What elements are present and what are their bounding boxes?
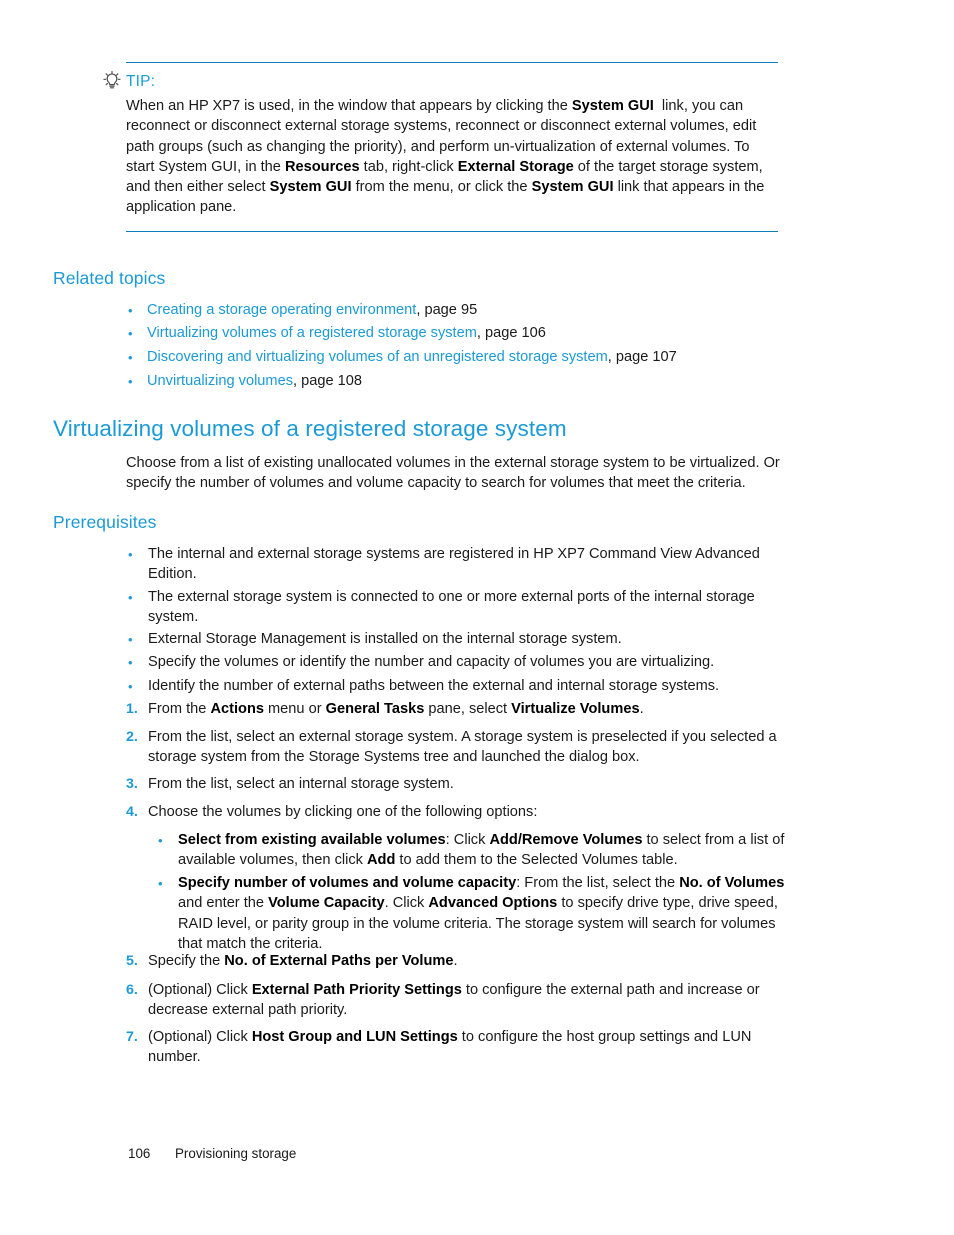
related-topic-page-ref: , page 107 (607, 349, 677, 365)
related-topic-link-2[interactable]: Discovering and virtualizing volumes of … (147, 347, 827, 367)
bullet-marker: • (128, 655, 133, 670)
prerequisites-heading: Prerequisites (53, 512, 157, 532)
page-title: Virtualizing volumes of a registered sto… (53, 416, 567, 441)
tip-spacer (0, 218, 954, 231)
bullet-marker: • (158, 833, 163, 848)
related-topic-link-text[interactable]: Unvirtualizing volumes (147, 373, 293, 389)
related-topic-page-ref: , page 106 (476, 325, 546, 341)
prerequisite-item: External Storage Management is installed… (148, 631, 622, 647)
step-text: From the Actions menu or General Tasks p… (148, 701, 644, 717)
related-topic-link-0[interactable]: Creating a storage operating environment… (147, 300, 807, 320)
related-topic-link-1[interactable]: Virtualizing volumes of a registered sto… (147, 323, 807, 343)
step-number: 1. (126, 701, 138, 717)
related-topic-page-ref: , page 95 (416, 302, 478, 318)
step-text: Specify the No. of External Paths per Vo… (148, 953, 458, 969)
footer-section-name: Provisioning storage (175, 1146, 297, 1161)
tip-header: TIP: (0, 68, 954, 94)
bullet-marker: • (128, 547, 133, 562)
document-page: TIP: When an HP XP7 is used, in the wind… (0, 0, 954, 1235)
substep-text: Select from existing available volumes: … (178, 832, 785, 869)
tip-top-rule (126, 62, 778, 63)
bullet-marker: • (128, 590, 133, 605)
bullet-marker: • (128, 326, 133, 341)
prerequisite-item: Identify the number of external paths be… (148, 678, 720, 694)
step-text: (Optional) Click External Path Priority … (148, 982, 760, 1019)
bullet-marker: • (128, 374, 133, 389)
tip-bottom-rule (126, 230, 778, 232)
bullet-marker: • (128, 679, 133, 694)
related-topic-page-ref: , page 108 (293, 373, 362, 389)
step-number: 7. (126, 1029, 138, 1045)
related-topic-link-text[interactable]: Creating a storage operating environment (147, 302, 416, 318)
related-topic-link-text[interactable]: Discovering and virtualizing volumes of … (147, 349, 608, 365)
related-topics-heading: Related topics (53, 268, 166, 288)
bullet-marker: • (128, 632, 133, 647)
section-intro-paragraph: Choose from a list of existing unallocat… (126, 455, 780, 492)
step-number: 4. (126, 804, 138, 820)
tip-label: TIP: (126, 72, 156, 90)
step-text: (Optional) Click Host Group and LUN Sett… (148, 1029, 752, 1066)
lightbulb-icon (103, 70, 121, 89)
related-topic-link-3[interactable]: Unvirtualizing volumes, page 108 (147, 371, 807, 391)
bullet-marker: • (128, 303, 133, 318)
step-text: Choose the volumes by clicking one of th… (148, 804, 538, 820)
prerequisite-item: The external storage system is connected… (148, 589, 755, 626)
bullet-marker: • (128, 350, 133, 365)
tip-admonition: TIP: When an HP XP7 is used, in the wind… (0, 62, 954, 232)
related-topic-link-text[interactable]: Virtualizing volumes of a registered sto… (147, 325, 477, 341)
step-number: 2. (126, 729, 138, 745)
bullet-marker: • (158, 876, 163, 891)
step-number: 3. (126, 776, 138, 792)
step-number: 5. (126, 953, 138, 969)
step-text: From the list, select an external storag… (148, 729, 777, 766)
tip-body-text: When an HP XP7 is used, in the window th… (126, 98, 765, 216)
step-text: From the list, select an internal storag… (148, 776, 454, 792)
page-footer: 106 Provisioning storage (128, 1146, 296, 1161)
step-number: 6. (126, 982, 138, 998)
prerequisite-item: Specify the volumes or identify the numb… (148, 654, 715, 670)
footer-page-number: 106 (128, 1146, 151, 1161)
substep-text: Specify number of volumes and volume cap… (178, 875, 785, 953)
prerequisite-item: The internal and external storage system… (148, 546, 760, 583)
